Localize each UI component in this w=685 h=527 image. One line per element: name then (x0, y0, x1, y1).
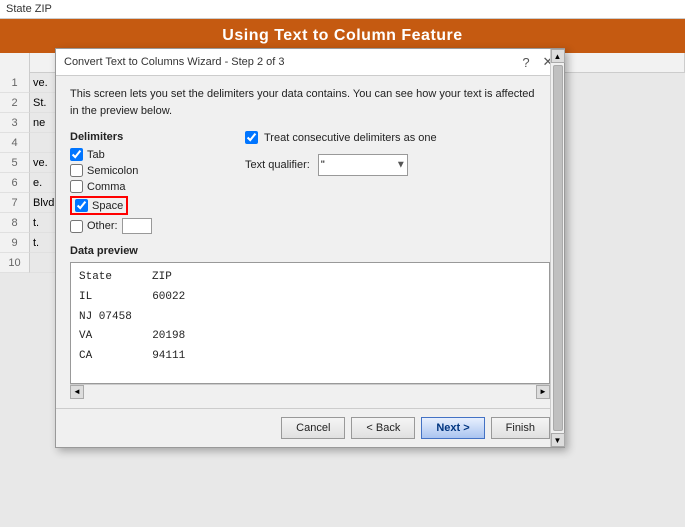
delimiters-col: Delimiters Tab Semicolon Comma (70, 131, 230, 237)
other-input[interactable] (122, 218, 152, 234)
space-highlight: Space (70, 196, 128, 215)
dialog-buttons: Cancel < Back Next > Finish (56, 408, 564, 447)
title-bar: State ZIP (0, 0, 685, 19)
preview-scrollbar-h[interactable]: ◄ ► (70, 384, 550, 398)
dialog-options: Delimiters Tab Semicolon Comma (70, 131, 550, 237)
semicolon-label: Semicolon (87, 165, 138, 177)
comma-label: Comma (87, 181, 126, 193)
space-checkbox[interactable] (75, 199, 88, 212)
delimiter-space-row: Space (70, 196, 230, 215)
preview-content: State ZIP IL 60022 NJ 07458 VA 20198 (71, 263, 549, 372)
row-numbers: 1 2 3 4 5 6 7 8 9 10 (0, 73, 30, 273)
scroll-up-btn[interactable]: ▲ (551, 49, 565, 63)
dialog: Convert Text to Columns Wizard - Step 2 … (55, 48, 565, 448)
scroll-down-btn[interactable]: ▼ (551, 433, 565, 447)
scroll-left-btn[interactable]: ◄ (70, 385, 84, 399)
text-qualifier-row: Text qualifier: " ' {none} ▼ (245, 154, 550, 176)
delimiters-label: Delimiters (70, 131, 230, 143)
dialog-body: This screen lets you set the delimiters … (56, 76, 564, 408)
preview-scrollbar-v[interactable]: ▲ ▼ (550, 49, 564, 447)
consecutive-row: Treat consecutive delimiters as one (245, 131, 550, 144)
title-text: State ZIP (6, 3, 52, 15)
other-label: Other: (87, 220, 118, 232)
data-preview-box: State ZIP IL 60022 NJ 07458 VA 20198 (71, 263, 549, 383)
scroll-right-btn[interactable]: ► (536, 385, 550, 399)
preview-row-header: State ZIP (79, 268, 541, 288)
tab-label: Tab (87, 149, 105, 161)
delimiter-tab-row: Tab (70, 148, 230, 161)
dialog-title: Convert Text to Columns Wizard - Step 2 … (64, 56, 285, 68)
tab-checkbox[interactable] (70, 148, 83, 161)
preview-row-1: IL 60022 (79, 288, 541, 308)
dialog-description: This screen lets you set the delimiters … (70, 86, 550, 119)
cancel-button[interactable]: Cancel (281, 417, 345, 439)
help-icon[interactable]: ? (518, 54, 534, 70)
preview-row-4: CA 94111 (79, 347, 541, 367)
scroll-h-track (86, 387, 534, 397)
preview-row-2: NJ 07458 (79, 308, 541, 328)
dialog-title-bar: Convert Text to Columns Wizard - Step 2 … (56, 49, 564, 76)
delimiter-semicolon-row: Semicolon (70, 164, 230, 177)
consecutive-label: Treat consecutive delimiters as one (264, 132, 437, 144)
text-qualifier-select[interactable]: " ' {none} (318, 154, 408, 176)
finish-button[interactable]: Finish (491, 417, 550, 439)
options-col: Treat consecutive delimiters as one Text… (230, 131, 550, 237)
scroll-thumb[interactable] (553, 65, 563, 431)
comma-checkbox[interactable] (70, 180, 83, 193)
next-button[interactable]: Next > (421, 417, 484, 439)
space-label: Space (92, 200, 123, 212)
data-preview-container: State ZIP IL 60022 NJ 07458 VA 20198 (70, 262, 550, 384)
consecutive-checkbox[interactable] (245, 131, 258, 144)
preview-row-3: VA 20198 (79, 327, 541, 347)
other-checkbox[interactable] (70, 220, 83, 233)
data-preview-label: Data preview (70, 245, 550, 257)
delimiter-comma-row: Comma (70, 180, 230, 193)
back-button[interactable]: < Back (351, 417, 415, 439)
semicolon-checkbox[interactable] (70, 164, 83, 177)
text-qualifier-label: Text qualifier: (245, 159, 310, 171)
delimiter-other-row: Other: (70, 218, 230, 234)
text-qualifier-wrapper: " ' {none} ▼ (318, 154, 408, 176)
